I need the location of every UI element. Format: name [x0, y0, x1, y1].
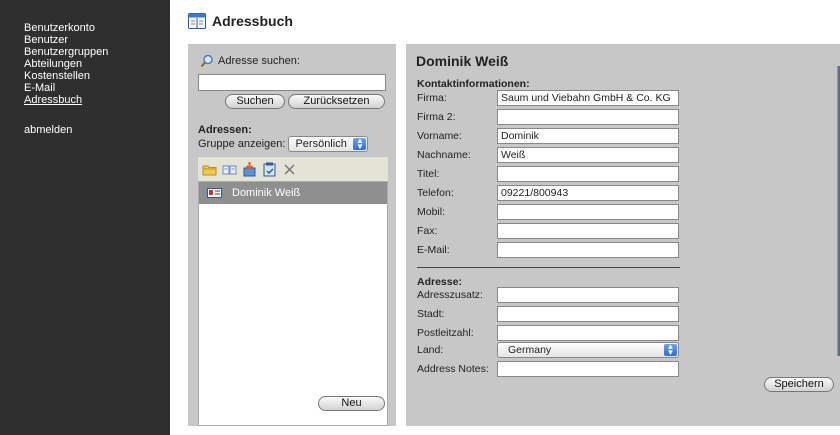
- firma2-field[interactable]: [497, 109, 679, 125]
- land-label: Land:: [417, 344, 444, 356]
- group-select[interactable]: Persönlich ▲ ▼: [288, 136, 369, 152]
- page-header: Adressbuch: [188, 10, 293, 32]
- adresszusatz-field[interactable]: [497, 287, 679, 303]
- vorname-field[interactable]: Dominik: [497, 128, 679, 144]
- contact-card-icon: [207, 188, 222, 198]
- country-select[interactable]: Germany ▲ ▼: [497, 342, 679, 358]
- mobil-field[interactable]: [497, 204, 679, 220]
- nachname-field[interactable]: Weiß: [497, 147, 679, 163]
- sidebar-item-email[interactable]: E-Mail: [24, 82, 170, 94]
- addresses-heading: Adressen:: [198, 124, 252, 136]
- sidebar-item-kostenstellen[interactable]: Kostenstellen: [24, 70, 170, 82]
- address-notes-field[interactable]: [497, 361, 679, 377]
- mobil-label: Mobil:: [417, 206, 446, 218]
- contact-info-heading: Kontaktinformationen:: [417, 78, 530, 90]
- postleitzahl-label: Postleitzahl:: [417, 327, 474, 339]
- search-input[interactable]: [198, 74, 386, 91]
- section-divider: [417, 267, 680, 268]
- import-icon[interactable]: [242, 161, 257, 177]
- address-heading: Adresse:: [417, 276, 462, 288]
- address-book-icon: [188, 13, 206, 29]
- titel-label: Titel:: [417, 168, 440, 180]
- select-arrows-icon: ▲ ▼: [664, 343, 677, 357]
- sidebar-item-benutzerkonto[interactable]: Benutzerkonto: [24, 22, 170, 34]
- fax-field[interactable]: [497, 223, 679, 239]
- group-label: Gruppe anzeigen:: [198, 138, 286, 150]
- address-notes-label: Address Notes:: [417, 363, 489, 375]
- address-toolbar: [198, 157, 388, 181]
- sidebar: Benutzerkonto Benutzer Benutzergruppen A…: [0, 0, 170, 435]
- list-item[interactable]: Dominik Weiß: [199, 182, 387, 204]
- sidebar-item-benutzergruppen[interactable]: Benutzergruppen: [24, 46, 170, 58]
- stadt-label: Stadt:: [417, 308, 445, 320]
- copy-icon[interactable]: [222, 162, 237, 177]
- sidebar-item-benutzer[interactable]: Benutzer: [24, 34, 170, 46]
- email-field[interactable]: [497, 242, 679, 258]
- firma-label: Firma:: [417, 92, 447, 104]
- nachname-label: Nachname:: [417, 149, 471, 161]
- search-button[interactable]: Suchen: [225, 94, 285, 109]
- contact-detail-panel: Dominik Weiß Kontaktinformationen: Firma…: [406, 44, 840, 426]
- save-button[interactable]: Speichern: [764, 377, 834, 392]
- stadt-field[interactable]: [497, 306, 679, 322]
- search-label-row: Adresse suchen:: [200, 54, 300, 68]
- delete-icon[interactable]: [282, 162, 297, 177]
- vorname-label: Vorname:: [417, 130, 462, 142]
- address-list-panel: Adresse suchen: Suchen Zurücksetzen Adre…: [188, 44, 396, 426]
- list-item-name: Dominik Weiß: [232, 187, 301, 199]
- new-folder-icon[interactable]: [202, 162, 217, 177]
- search-icon: [200, 54, 214, 68]
- group-select-value: Persönlich: [295, 138, 347, 150]
- fax-label: Fax:: [417, 225, 438, 237]
- email-label: E-Mail:: [417, 244, 450, 256]
- reset-button[interactable]: Zurücksetzen: [288, 94, 385, 109]
- select-arrows-icon: ▲ ▼: [353, 137, 367, 151]
- contact-name-title: Dominik Weiß: [416, 53, 509, 69]
- telefon-label: Telefon:: [417, 187, 454, 199]
- logout-link[interactable]: abmelden: [24, 124, 170, 136]
- telefon-field[interactable]: 09221/800943: [497, 185, 679, 201]
- firma-field[interactable]: Saum und Viebahn GmbH & Co. KG: [497, 90, 679, 106]
- firma2-label: Firma 2:: [417, 111, 456, 123]
- sidebar-item-adressbuch[interactable]: Adressbuch: [24, 94, 170, 106]
- search-label: Adresse suchen:: [218, 55, 300, 67]
- address-list: Dominik Weiß: [198, 181, 388, 426]
- adresszusatz-label: Adresszusatz:: [417, 289, 483, 301]
- new-contact-button[interactable]: Neu: [318, 396, 385, 411]
- export-icon[interactable]: [262, 162, 277, 177]
- group-row: Gruppe anzeigen: Persönlich ▲ ▼: [198, 136, 369, 152]
- postleitzahl-field[interactable]: [497, 325, 679, 341]
- page-title: Adressbuch: [212, 13, 293, 29]
- sidebar-item-abteilungen[interactable]: Abteilungen: [24, 58, 170, 70]
- country-select-value: Germany: [508, 344, 552, 356]
- titel-field[interactable]: [497, 166, 679, 182]
